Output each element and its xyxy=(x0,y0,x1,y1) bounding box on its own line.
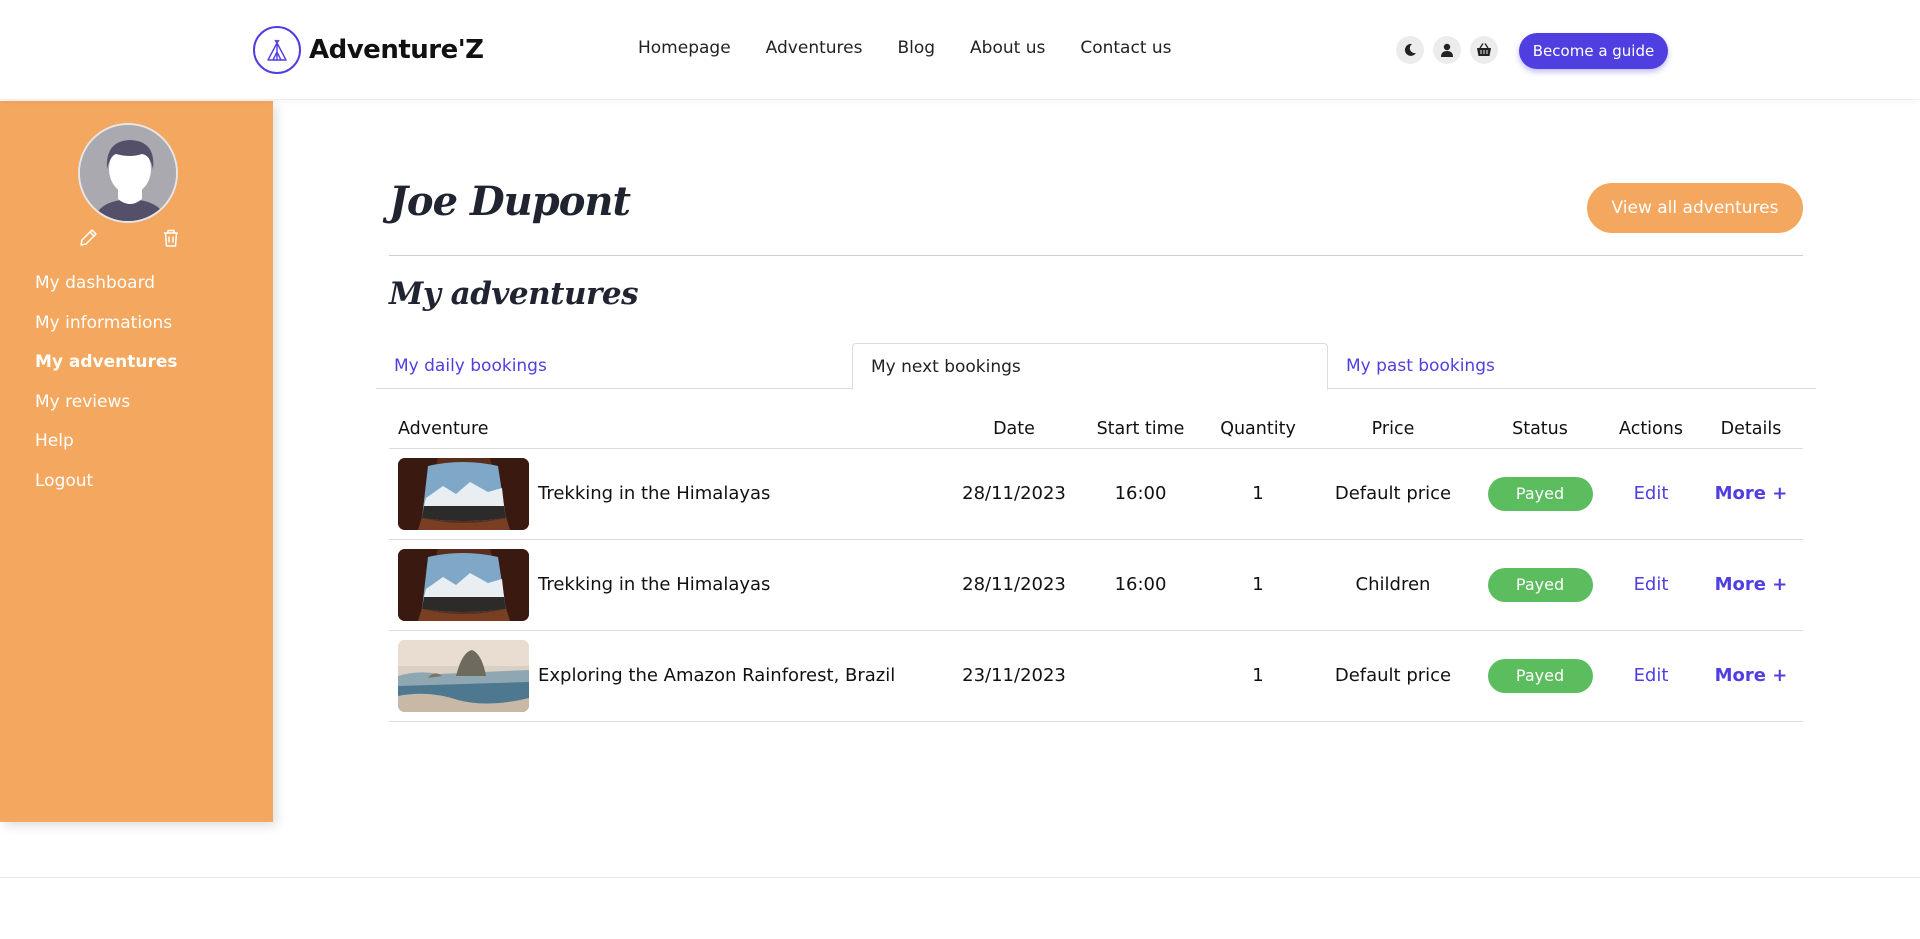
status-badge: Payed xyxy=(1487,476,1593,511)
column-header: Status xyxy=(1477,410,1603,449)
actions-cell: Edit xyxy=(1603,539,1699,631)
adventure-name: Trekking in the Himalayas xyxy=(538,574,771,595)
main-nav: Homepage Adventures Blog About us Contac… xyxy=(638,38,1172,58)
sidebar-item-dashboard[interactable]: My dashboard xyxy=(35,272,178,312)
column-header: Quantity xyxy=(1207,410,1309,449)
table-header-row: Adventure Date Start time Quantity Price… xyxy=(389,410,1803,449)
sidebar-item-logout[interactable]: Logout xyxy=(35,470,178,510)
nav-adventures[interactable]: Adventures xyxy=(766,38,863,58)
edit-link[interactable]: Edit xyxy=(1634,574,1669,595)
view-all-adventures-button[interactable]: View all adventures xyxy=(1587,183,1803,233)
adventure-cell: Exploring the Amazon Rainforest, Brazil xyxy=(389,630,954,722)
date-cell: 28/11/2023 xyxy=(954,448,1074,540)
footer-divider xyxy=(0,877,1920,878)
status-badge: Payed xyxy=(1487,658,1593,693)
tab-past-bookings[interactable]: My past bookings xyxy=(1328,343,1804,389)
become-guide-button[interactable]: Become a guide xyxy=(1519,33,1668,69)
price-cell: Default price xyxy=(1309,630,1477,722)
tab-next-bookings[interactable]: My next bookings xyxy=(852,343,1328,390)
quantity-cell: 1 xyxy=(1207,630,1309,722)
brand-name: Adventure'Z xyxy=(309,35,484,65)
column-header: Details xyxy=(1699,410,1803,449)
details-cell: More + xyxy=(1699,448,1803,540)
start-time-cell: 16:00 xyxy=(1074,448,1207,540)
adventure-name: Exploring the Amazon Rainforest, Brazil xyxy=(538,665,896,686)
adventure-thumbnail[interactable] xyxy=(398,457,529,530)
column-header: Price xyxy=(1309,410,1477,449)
header-icons xyxy=(1396,36,1498,64)
trash-icon[interactable] xyxy=(160,227,182,253)
divider xyxy=(389,255,1803,256)
quantity-cell: 1 xyxy=(1207,539,1309,631)
price-cell: Children xyxy=(1309,539,1477,631)
logo[interactable]: Adventure'Z xyxy=(253,26,484,74)
edit-link[interactable]: Edit xyxy=(1634,483,1669,504)
status-cell: Payed xyxy=(1477,539,1603,631)
adventure-cell: Trekking in the Himalayas xyxy=(389,448,954,540)
edit-link[interactable]: Edit xyxy=(1634,665,1669,686)
column-header: Actions xyxy=(1603,410,1699,449)
more-link[interactable]: More + xyxy=(1715,574,1788,595)
table-row: Trekking in the Himalayas 28/11/2023 16:… xyxy=(389,448,1803,540)
details-cell: More + xyxy=(1699,539,1803,631)
bookings-tabs: My daily bookings My next bookings My pa… xyxy=(376,343,1816,390)
avatar xyxy=(78,123,178,223)
sidebar: My dashboard My informations My adventur… xyxy=(0,101,273,822)
sidebar-item-help[interactable]: Help xyxy=(35,430,178,470)
nav-homepage[interactable]: Homepage xyxy=(638,38,731,58)
basket-icon[interactable] xyxy=(1470,36,1498,64)
nav-blog[interactable]: Blog xyxy=(897,38,935,58)
avatar-actions xyxy=(77,227,182,253)
sidebar-nav: My dashboard My informations My adventur… xyxy=(35,272,178,509)
adventure-cell: Trekking in the Himalayas xyxy=(389,539,954,631)
page-title: Joe Dupont xyxy=(389,178,631,225)
pencil-icon[interactable] xyxy=(77,227,99,253)
user-icon[interactable] xyxy=(1433,36,1461,64)
column-header: Adventure xyxy=(389,410,954,449)
actions-cell: Edit xyxy=(1603,448,1699,540)
date-cell: 23/11/2023 xyxy=(954,630,1074,722)
table-row: Exploring the Amazon Rainforest, Brazil … xyxy=(389,630,1803,722)
actions-cell: Edit xyxy=(1603,630,1699,722)
tab-daily-bookings[interactable]: My daily bookings xyxy=(376,343,852,389)
start-time-cell xyxy=(1074,630,1207,722)
sidebar-item-informations[interactable]: My informations xyxy=(35,312,178,352)
nav-about-us[interactable]: About us xyxy=(970,38,1045,58)
bookings-table: Adventure Date Start time Quantity Price… xyxy=(389,410,1803,722)
status-badge: Payed xyxy=(1487,567,1593,602)
adventure-thumbnail[interactable] xyxy=(398,548,529,621)
tent-logo-icon xyxy=(253,26,301,74)
moon-icon[interactable] xyxy=(1396,36,1424,64)
section-title: My adventures xyxy=(389,276,639,312)
nav-contact-us[interactable]: Contact us xyxy=(1080,38,1171,58)
adventure-name: Trekking in the Himalayas xyxy=(538,483,771,504)
date-cell: 28/11/2023 xyxy=(954,539,1074,631)
price-cell: Default price xyxy=(1309,448,1477,540)
sidebar-item-reviews[interactable]: My reviews xyxy=(35,391,178,431)
quantity-cell: 1 xyxy=(1207,448,1309,540)
details-cell: More + xyxy=(1699,630,1803,722)
column-header: Start time xyxy=(1074,410,1207,449)
status-cell: Payed xyxy=(1477,448,1603,540)
start-time-cell: 16:00 xyxy=(1074,539,1207,631)
more-link[interactable]: More + xyxy=(1715,483,1788,504)
more-link[interactable]: More + xyxy=(1715,665,1788,686)
site-header: Adventure'Z Homepage Adventures Blog Abo… xyxy=(0,0,1920,100)
table-row: Trekking in the Himalayas 28/11/2023 16:… xyxy=(389,539,1803,631)
adventure-thumbnail[interactable] xyxy=(398,639,529,712)
status-cell: Payed xyxy=(1477,630,1603,722)
sidebar-item-adventures[interactable]: My adventures xyxy=(35,351,178,391)
column-header: Date xyxy=(954,410,1074,449)
